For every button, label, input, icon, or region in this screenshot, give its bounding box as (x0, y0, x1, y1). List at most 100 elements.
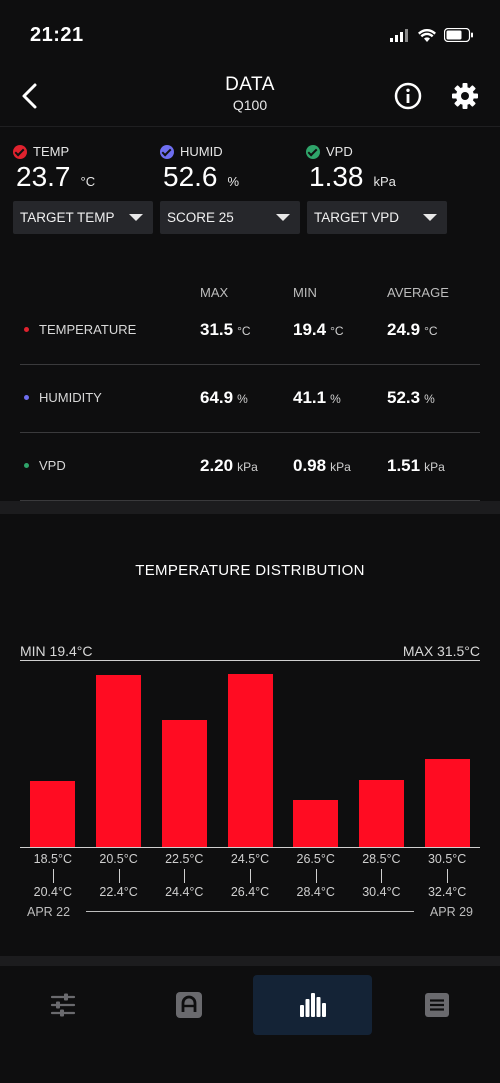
header-divider (0, 126, 500, 127)
dropdown-label: TARGET VPD (314, 210, 400, 225)
bullet-icon (24, 463, 29, 468)
x-tick-label-to: 28.4°C (296, 885, 335, 899)
temperature-min: 19.4 °C (293, 320, 344, 339)
x-tick-mark (447, 869, 449, 883)
page-title: DATA (225, 74, 275, 95)
list-icon (425, 993, 449, 1017)
chart-min-label: MIN 19.4°C (20, 643, 93, 659)
chart-bar (227, 674, 273, 847)
dropdown-label: SCORE 25 (167, 210, 234, 225)
battery-icon (444, 28, 473, 42)
chart-bottom-gap (0, 956, 500, 966)
x-tick-label-from: 30.5°C (427, 852, 467, 866)
caret-down-icon (423, 214, 437, 221)
dropdown-label: TARGET TEMP (20, 210, 115, 225)
reading-vpd-value: 1.38 (309, 161, 364, 192)
row-divider (20, 364, 480, 365)
humidity-min: 41.1% (293, 388, 341, 407)
reading-temp: TEMP 23.7 °C (13, 144, 153, 193)
reading-temp-value: 23.7 (16, 161, 71, 192)
col-head-max: MAX (200, 285, 229, 300)
chart-bar (293, 800, 339, 847)
nav-logs[interactable] (378, 975, 496, 1035)
gear-icon (452, 83, 478, 109)
x-tick-label-from: 24.5°C (230, 852, 270, 866)
reading-vpd-label: VPD (306, 144, 446, 159)
chart-bar (424, 759, 470, 847)
reading-vpd: VPD 1.38 kPa (306, 144, 446, 193)
nav-data[interactable] (253, 975, 372, 1035)
x-tick-label-to: 20.4°C (33, 885, 73, 899)
chart-bar (96, 675, 142, 847)
x-tick-label-from: 28.5°C (362, 852, 401, 866)
section-gap (0, 501, 500, 514)
x-tick-mark (184, 869, 186, 883)
bullet-icon (24, 395, 29, 400)
settings-button[interactable] (451, 82, 479, 110)
signal-icon (390, 28, 408, 42)
x-tick-label-to: 22.4°C (99, 885, 138, 899)
status-time: 21:21 (30, 24, 84, 46)
reading-humid-unit: % (227, 174, 240, 189)
target-vpd-dropdown[interactable]: TARGET VPD (307, 201, 447, 234)
humidity-avg: 52.3% (387, 388, 435, 407)
stats-row-vpd-label: VPD (24, 458, 66, 473)
reading-humid-label: HUMID (160, 144, 300, 159)
stats-row-humidity-label: HUMIDITY (24, 390, 102, 405)
chart-x-labels: 18.5°C 20.4°C 20.5°C 22.4°C 22.5°C 24.4°C 24.5… (20, 852, 480, 902)
reading-humid-value: 52.6 (163, 161, 218, 192)
reading-temp-unit: °C (80, 174, 96, 189)
col-head-average: AVERAGE (387, 285, 449, 300)
x-tick-mark (315, 869, 317, 883)
x-tick-label-to: 24.4°C (165, 885, 204, 899)
row-divider (20, 432, 480, 433)
sliders-icon (50, 993, 76, 1017)
device-name: Q100 (232, 97, 268, 113)
reading-humid: HUMID 52.6% (160, 144, 300, 193)
stats-row-temperature-label: TEMPERATURE (24, 322, 136, 337)
x-tick-mark (118, 869, 120, 883)
humidity-max: 64.9% (200, 388, 248, 407)
x-tick-label-to: 30.4°C (362, 885, 401, 899)
vpd-min: 0.98 kPa (293, 456, 351, 475)
x-tick-label-from: 20.5°C (99, 852, 138, 866)
temperature-max: 31.5 °C (200, 320, 251, 339)
reading-vpd-unit: kPa (373, 174, 396, 189)
a-icon (176, 992, 202, 1018)
x-tick-mark (250, 869, 251, 883)
date-start: APR 22 (27, 905, 71, 919)
bullet-icon (24, 327, 29, 332)
x-tick-label-from: 22.5°C (165, 852, 204, 866)
chart-baseline (20, 847, 480, 848)
x-tick-label-from: 18.5°C (33, 852, 73, 866)
caret-down-icon (276, 214, 290, 221)
chart-bar (30, 781, 76, 847)
wifi-icon (418, 28, 436, 42)
x-tick-label-to: 26.4°C (230, 885, 270, 899)
x-tick-mark (52, 869, 54, 883)
chart-title: TEMPERATURE DISTRIBUTION (135, 562, 365, 579)
chart-bar (161, 720, 207, 847)
temperature-avg: 24.9 °C (387, 320, 438, 339)
reading-temp-label: TEMP (13, 144, 153, 159)
date-end: APR 29 (429, 905, 473, 919)
check-icon (13, 144, 27, 159)
info-button[interactable] (394, 82, 422, 110)
info-icon (394, 82, 422, 110)
vpd-max: 2.20 kPa (200, 456, 258, 475)
check-icon (306, 144, 320, 159)
date-range-line (86, 911, 414, 912)
x-tick-label-from: 26.5°C (296, 852, 335, 866)
nav-controls[interactable] (4, 975, 122, 1035)
vpd-avg: 1.51 kPa (387, 456, 445, 475)
chart-bar (358, 780, 404, 847)
score-dropdown[interactable]: SCORE 25 (160, 201, 300, 234)
x-tick-label-to: 32.4°C (427, 885, 467, 899)
bar-chart-icon (299, 993, 326, 1017)
chart-bars (20, 661, 480, 847)
target-temp-dropdown[interactable]: TARGET TEMP (13, 201, 153, 234)
status-icons (390, 28, 474, 42)
chart-max-label: MAX 31.5°C (402, 643, 480, 659)
nav-automation[interactable] (130, 975, 248, 1035)
check-icon (160, 144, 174, 159)
